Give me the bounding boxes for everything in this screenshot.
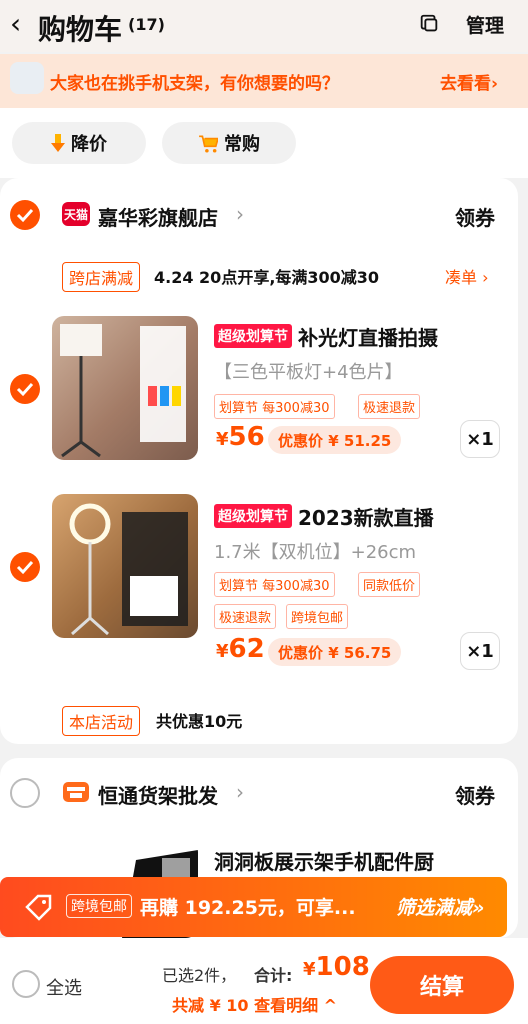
product-sku[interactable]: 1.7米【双机位】+26cm: [214, 538, 416, 564]
tmall-icon: 天猫: [62, 202, 90, 226]
fill-light-image: [60, 324, 186, 458]
price-drop-icon: [51, 134, 65, 152]
promo-badge: 超级划算节: [214, 324, 292, 348]
store-icon: [63, 782, 89, 802]
product-price: ¥62: [216, 634, 265, 664]
recommendation-banner[interactable]: 大家也在挑手机支架，有你想要的吗？ 去看看›: [0, 54, 528, 108]
cart-icon: [199, 135, 218, 153]
product-tag: 极速退款: [358, 394, 421, 419]
promo-tag: 跨店满减: [62, 262, 141, 292]
product-sku[interactable]: 【三色平板灯+4色片】: [214, 358, 403, 384]
cross-border-text: 再購 192.25元，可享...: [140, 897, 356, 919]
product-tag: 划算节 每300减30: [214, 572, 335, 597]
store-checkbox[interactable]: [10, 778, 40, 808]
store-name[interactable]: 嘉华彩旗舰店: [98, 202, 218, 231]
product-title[interactable]: 2023新款直播: [298, 502, 434, 531]
phone-stand-icon: [10, 62, 44, 94]
copy-icon[interactable]: [418, 13, 440, 35]
store-checkbox[interactable]: [10, 200, 40, 230]
select-all-checkbox[interactable]: [12, 970, 40, 998]
ring-light-image: [69, 503, 188, 636]
product-price: ¥56: [216, 422, 265, 452]
store-activity-text: 共优惠10元: [156, 712, 243, 731]
saving-details[interactable]: 共减 ¥ 10 查看明细 ^: [172, 992, 337, 1016]
filter-price-drop[interactable]: 降价: [12, 122, 146, 164]
cross-border-tag: 跨境包邮: [66, 894, 132, 918]
selected-count: 已选2件，: [162, 966, 237, 985]
header: ‹ 购物车 (17) 管理: [0, 0, 528, 52]
product-tag: 同款低价: [358, 572, 421, 597]
promo-badge: 超级划算节: [214, 504, 292, 528]
check-icon: [16, 560, 34, 575]
product-tag: 跨境包邮: [286, 604, 349, 629]
product-title[interactable]: 补光灯直播拍摄: [298, 322, 438, 351]
select-all-label[interactable]: 全选: [46, 974, 82, 1000]
product-tag: 极速退款: [214, 604, 277, 629]
product-title[interactable]: 洞洞板展示架手机配件厨: [214, 846, 434, 875]
promo-text: 4.24 20点开享,每满300减30: [154, 268, 380, 287]
filter-bar: 降价 常购: [0, 108, 528, 178]
banner-text: 大家也在挑手机支架，有你想要的吗？: [50, 74, 339, 94]
coupon-button[interactable]: 领券: [455, 202, 495, 231]
banner-link[interactable]: 去看看›: [440, 69, 498, 94]
total-label: 合计:: [254, 966, 293, 985]
cross-border-bar[interactable]: 跨境包邮 再購 192.25元，可享... 筛选满减»: [0, 877, 507, 937]
check-icon: [16, 382, 34, 397]
product-checkbox[interactable]: [10, 374, 40, 404]
product-tag: 划算节 每300减30: [214, 394, 335, 419]
filter-discount-link[interactable]: 筛选满减»: [396, 893, 484, 920]
page-title: 购物车: [38, 13, 123, 46]
filter-label: 常购: [224, 134, 260, 155]
total-price: ¥108: [303, 952, 370, 982]
chevron-right-icon: ›: [236, 202, 244, 226]
filter-label: 降价: [71, 134, 107, 155]
promo-link[interactable]: 凑单 ›: [445, 264, 489, 288]
tag-icon: [25, 894, 52, 921]
filter-frequent[interactable]: 常购: [162, 122, 296, 164]
quantity-stepper[interactable]: ×1: [460, 420, 500, 458]
store-activity-tag: 本店活动: [62, 706, 141, 736]
product-image[interactable]: [52, 316, 198, 460]
check-icon: [16, 208, 34, 223]
cart-count: (17): [128, 15, 165, 34]
coupon-button[interactable]: 领券: [455, 780, 495, 809]
checkout-button[interactable]: 结算: [370, 956, 514, 1014]
deal-price: 优惠价 ¥ 51.25: [268, 426, 402, 454]
quantity-stepper[interactable]: ×1: [460, 632, 500, 670]
manage-button[interactable]: 管理: [466, 11, 504, 38]
back-icon[interactable]: ‹: [10, 10, 21, 38]
product-image[interactable]: [52, 494, 198, 638]
checkout-footer: 全选 已选2件， 合计: ¥108 共减 ¥ 10 查看明细 ^ 结算: [0, 938, 528, 1024]
chevron-right-icon: ›: [236, 780, 244, 804]
product-checkbox[interactable]: [10, 552, 40, 582]
deal-price: 优惠价 ¥ 56.75: [268, 638, 402, 666]
store-name[interactable]: 恒通货架批发: [98, 780, 218, 809]
